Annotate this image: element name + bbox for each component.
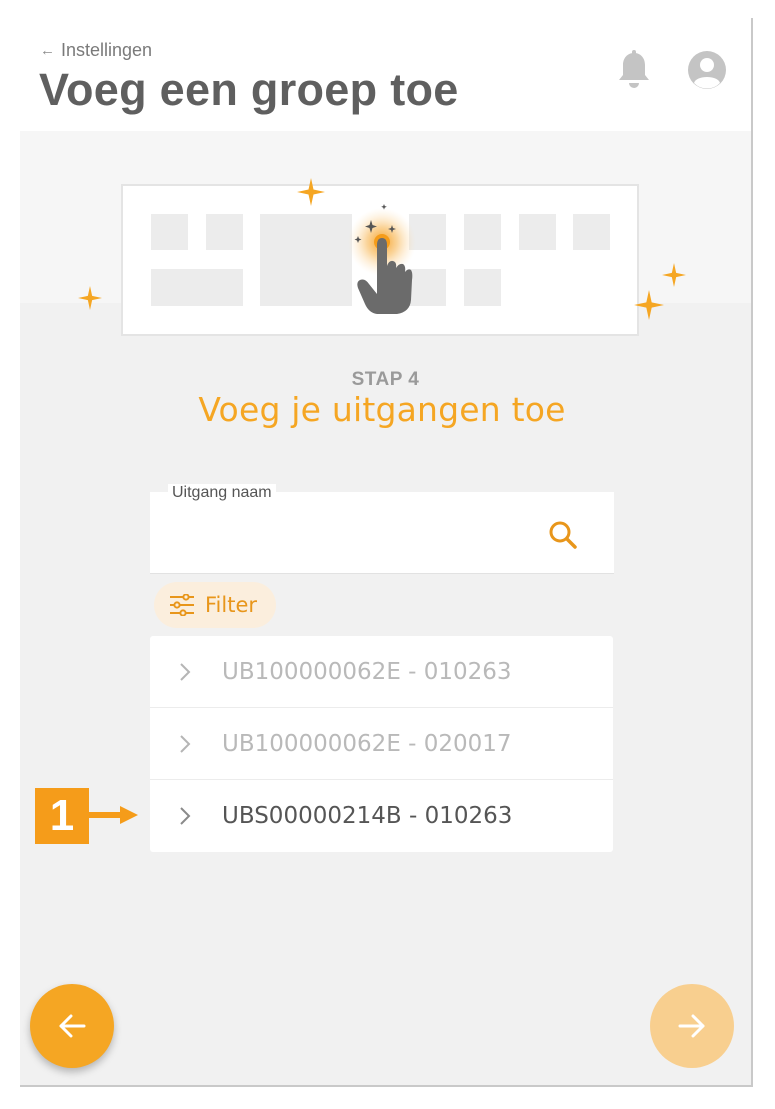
illustration-block	[151, 214, 188, 250]
page-header: ← Instellingen Voeg een groep toe	[20, 18, 751, 131]
sparkle-icon	[297, 178, 325, 206]
list-item[interactable]: UB100000062E - 010263	[150, 636, 613, 708]
outputs-list: UB100000062E - 010263 UB100000062E - 020…	[150, 636, 613, 852]
illustration-block	[464, 214, 501, 250]
sliders-icon	[170, 594, 194, 616]
arrow-right-icon	[678, 1014, 705, 1038]
search-icon[interactable]	[547, 519, 579, 551]
bell-icon[interactable]	[616, 50, 652, 90]
user-avatar-icon[interactable]	[687, 50, 727, 90]
illustration-block	[151, 269, 243, 306]
illustration-block	[464, 269, 501, 306]
list-item-label: UB100000062E - 020017	[222, 730, 512, 757]
list-item[interactable]: UBS00000214B - 010263	[150, 780, 613, 852]
output-name-search-field[interactable]: Uitgang naam	[150, 484, 614, 574]
annotation-badge: 1	[35, 788, 89, 844]
chevron-right-icon	[180, 663, 191, 681]
illustration-card	[121, 184, 639, 336]
search-field-label: Uitgang naam	[168, 484, 276, 502]
step-title: Voeg je uitgangen toe	[198, 390, 566, 429]
filter-label: Filter	[205, 593, 258, 617]
illustration-block	[519, 214, 556, 250]
annotation-arrow-icon	[86, 806, 138, 824]
page-title: Voeg een groep toe	[39, 64, 459, 115]
back-link-label: Instellingen	[61, 40, 153, 60]
sparkle-icon	[78, 286, 102, 310]
search-input[interactable]	[168, 518, 542, 554]
sparkle-icon	[634, 290, 664, 320]
filter-button[interactable]: Filter	[154, 582, 276, 628]
sparkle-icon	[662, 263, 686, 287]
back-to-settings-link[interactable]: ← Instellingen	[40, 40, 152, 61]
chevron-right-icon	[180, 807, 191, 825]
back-button[interactable]	[30, 984, 114, 1068]
list-item-label: UBS00000214B - 010263	[222, 803, 513, 829]
list-item-label: UB100000062E - 010263	[222, 658, 512, 685]
next-button[interactable]	[650, 984, 734, 1068]
app-window: ← Instellingen Voeg een groep toe STAP 4…	[20, 18, 753, 1087]
list-item[interactable]: UB100000062E - 020017	[150, 708, 613, 780]
illustration-block	[573, 214, 610, 250]
illustration-block	[260, 214, 352, 306]
chevron-right-icon	[180, 735, 191, 753]
arrow-left-icon: ←	[40, 42, 55, 59]
arrow-left-icon	[59, 1014, 86, 1038]
pointing-hand-icon	[348, 204, 416, 314]
step-label: STAP 4	[351, 369, 420, 390]
illustration-block	[206, 214, 243, 250]
